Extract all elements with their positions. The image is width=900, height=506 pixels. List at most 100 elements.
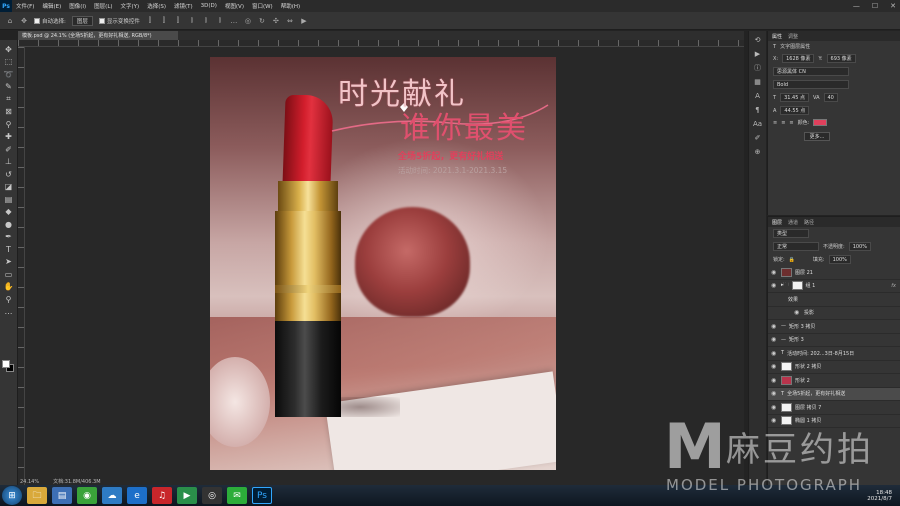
font-size-field[interactable]: 31.45 点 (780, 93, 809, 102)
menu-file[interactable]: 文件(F) (12, 2, 38, 10)
history-brush-tool-icon[interactable]: ↺ (3, 168, 15, 180)
layer-comps-icon[interactable]: ▦ (753, 77, 763, 87)
align-bottom-icon[interactable]: ⫾ (216, 16, 224, 25)
layer-row[interactable]: 效果 (768, 293, 900, 307)
frame-tool-icon[interactable]: ⊠ (3, 106, 15, 118)
document-tab[interactable]: 模板.psd @ 24.1% (全场5折起，更有好礼相送, RGB/8*) (18, 31, 178, 40)
brush-settings-icon[interactable]: ✐ (753, 133, 763, 143)
blur-tool-icon[interactable]: ◆ (3, 206, 15, 218)
clone-stamp-tool-icon[interactable]: ⊥ (3, 156, 15, 168)
layer-row[interactable]: ◉ 图层 拷贝 7 (768, 401, 900, 415)
eye-icon[interactable]: ◉ (771, 363, 778, 370)
character-panel-icon[interactable]: Aa (753, 119, 763, 129)
3d-camera-icon[interactable]: ▶ (300, 17, 308, 25)
tab-adjustments[interactable]: 调整 (788, 33, 798, 40)
path-select-tool-icon[interactable]: ➤ (3, 256, 15, 268)
eye-icon[interactable]: ◉ (771, 323, 778, 330)
zoom-level[interactable]: 24.14% (20, 479, 39, 485)
fx-icon[interactable]: fx (891, 283, 896, 289)
eye-icon[interactable]: ◉ (771, 404, 778, 411)
layer-row[interactable]: ◉ — 矩形 3 拷贝 (768, 320, 900, 334)
glyphs-panel-icon[interactable]: A (753, 91, 763, 101)
tab-layers[interactable]: 图层 (772, 219, 782, 226)
menu-filter[interactable]: 滤镜(T) (170, 2, 197, 10)
zoom-tool-icon[interactable]: ⚲ (3, 293, 15, 305)
actions-panel-icon[interactable]: ▶ (753, 49, 763, 59)
auto-select-dropdown[interactable]: 图层 (71, 15, 93, 26)
dodge-tool-icon[interactable]: ● (3, 218, 15, 230)
eye-icon[interactable]: ◉ (771, 390, 778, 397)
move-tool-icon[interactable]: ✥ (3, 43, 15, 55)
menu-type[interactable]: 文字(Y) (117, 2, 144, 10)
eye-icon[interactable]: ◉ (771, 269, 778, 276)
move-tool-icon[interactable]: ✥ (20, 17, 28, 25)
poster-artwork[interactable]: 时光献礼 谁你最美 全场5折起，更有好礼相送 活动时间: 2021.3.1-20… (210, 57, 556, 470)
brush-tool-icon[interactable]: ✐ (3, 143, 15, 155)
align-middle-icon[interactable]: ⫾ (202, 16, 210, 25)
menu-view[interactable]: 视图(V) (221, 2, 248, 10)
x-field[interactable]: 1628 像素 (782, 54, 815, 63)
more-options-icon[interactable]: … (230, 17, 238, 25)
eye-icon[interactable]: ◉ (794, 309, 801, 316)
layer-row[interactable]: ◉ T 活动时间: 202...3日-8月15日 (768, 347, 900, 361)
3d-rotate-icon[interactable]: ↻ (258, 17, 266, 25)
home-icon[interactable]: ⌂ (6, 17, 14, 25)
pen-tool-icon[interactable]: ✒ (3, 231, 15, 243)
info-panel-icon[interactable]: ⓘ (753, 63, 763, 73)
history-panel-icon[interactable]: ⟲ (753, 35, 763, 45)
menu-layer[interactable]: 图层(L) (90, 2, 116, 10)
opacity-field[interactable]: 100% (848, 242, 871, 251)
gradient-tool-icon[interactable]: ▤ (3, 193, 15, 205)
layer-row[interactable]: ◉ ▸🗀 组 1 fx (768, 280, 900, 293)
crop-tool-icon[interactable]: ⌗ (3, 93, 15, 105)
blend-mode-select[interactable]: 正常 (773, 242, 819, 251)
tab-channels[interactable]: 通道 (788, 219, 798, 226)
font-family-select[interactable]: 思源黑体 CN (773, 67, 849, 76)
maximize-button[interactable]: ☐ (872, 2, 878, 10)
align-center-icon[interactable]: ⫿ (160, 16, 168, 25)
document-size[interactable]: 文档:31.8M/406.3M (53, 478, 100, 485)
tab-properties[interactable]: 属性 (772, 33, 782, 40)
3d-drag-icon[interactable]: ✣ (272, 17, 280, 25)
eye-icon[interactable]: ◉ (771, 282, 778, 289)
align-right-icon[interactable]: ⫿ (174, 16, 182, 25)
layer-row[interactable]: ◉ — 矩形 3 (768, 334, 900, 347)
align-left-icon[interactable]: ⫿ (146, 16, 154, 25)
quick-select-tool-icon[interactable]: ✎ (3, 81, 15, 93)
leading-field[interactable]: 44.55 点 (780, 106, 810, 115)
text-color-swatch[interactable] (813, 119, 828, 126)
font-style-select[interactable]: Bold (773, 80, 849, 89)
menu-image[interactable]: 图像(I) (65, 2, 90, 10)
3d-mode-icon[interactable]: ◎ (244, 17, 252, 25)
more-tools-icon[interactable]: … (3, 306, 15, 318)
menu-3d[interactable]: 3D(D) (197, 3, 221, 9)
foreground-color-swatch[interactable] (2, 360, 10, 368)
layer-row[interactable]: ◉ 图层 21 (768, 266, 900, 280)
layer-filter-select[interactable]: 类型 (773, 229, 809, 238)
system-tray-clock[interactable]: 18:48 2021/8/7 (867, 485, 892, 506)
healing-brush-tool-icon[interactable]: ✚ (3, 131, 15, 143)
menu-select[interactable]: 选择(S) (143, 2, 170, 10)
auto-select-checkbox[interactable]: 自动选择: (34, 17, 66, 25)
marquee-tool-icon[interactable]: ⬚ (3, 56, 15, 68)
cloud-drive-icon[interactable]: ☁ (102, 487, 122, 504)
layer-row[interactable]: ◉ 椭圆 1 拷贝 (768, 415, 900, 428)
eye-icon[interactable]: ◉ (771, 377, 778, 384)
align-center-icon[interactable]: ≡ (781, 120, 785, 126)
netease-music-icon[interactable]: ♫ (152, 487, 172, 504)
y-field[interactable]: 693 像素 (826, 54, 856, 63)
3d-slide-icon[interactable]: ⇔ (286, 17, 294, 25)
start-button[interactable]: ⊞ (2, 486, 22, 505)
eye-icon[interactable]: ◉ (771, 350, 778, 357)
eyedropper-tool-icon[interactable]: ⚲ (3, 118, 15, 130)
hand-tool-icon[interactable]: ✋ (3, 281, 15, 293)
lock-icon[interactable]: 🔒 (789, 257, 795, 263)
notepad-icon[interactable]: ▤ (52, 487, 72, 504)
internet-explorer-icon[interactable]: e (127, 487, 147, 504)
menu-edit[interactable]: 编辑(E) (38, 2, 65, 10)
shape-tool-icon[interactable]: ▭ (3, 268, 15, 280)
camera-icon[interactable]: ◎ (202, 487, 222, 504)
tab-paths[interactable]: 路径 (804, 219, 814, 226)
tracking-field[interactable]: 40 (823, 93, 838, 102)
layer-row[interactable]: ◉ 形状 2 拷贝 (768, 361, 900, 374)
